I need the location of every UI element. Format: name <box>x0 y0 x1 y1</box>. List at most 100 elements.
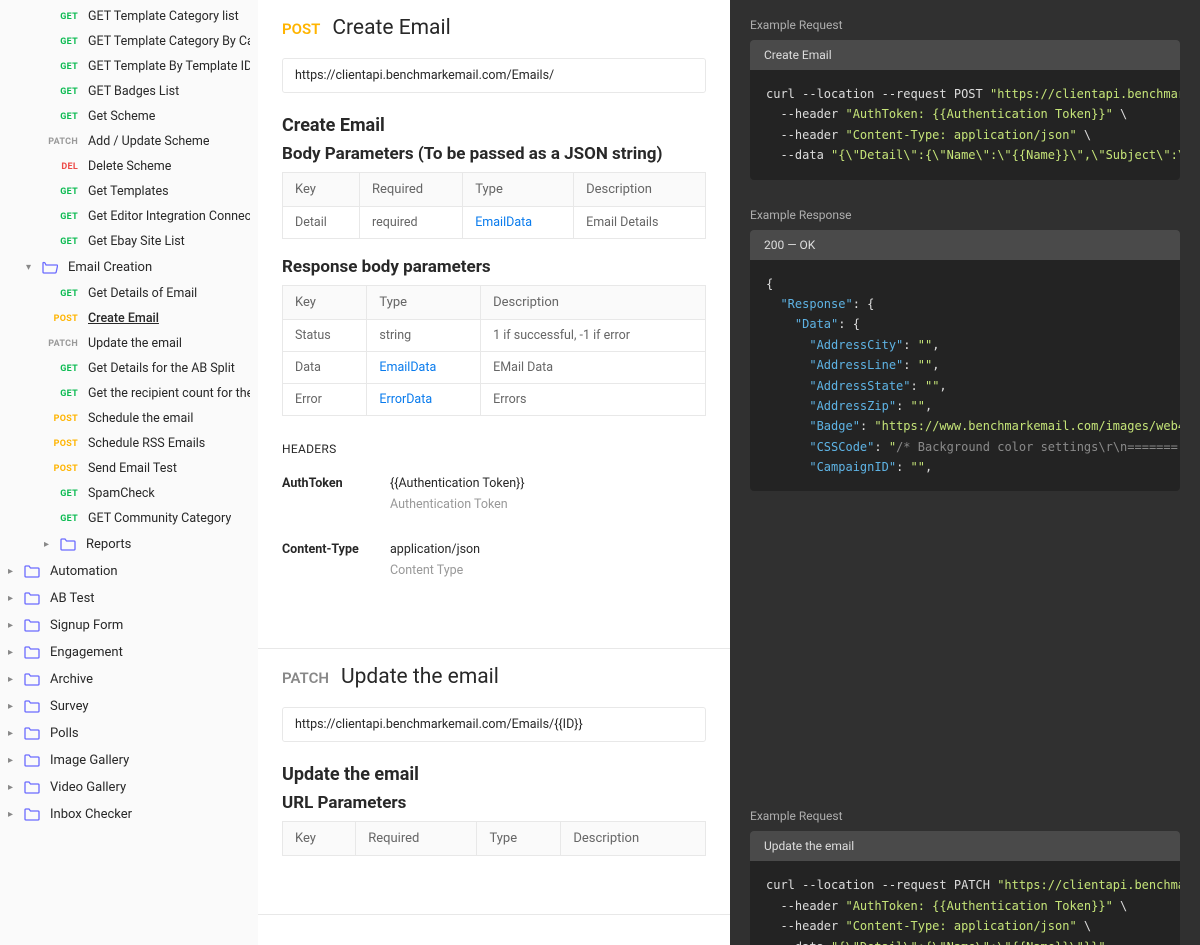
nav-item[interactable]: PATCHAdd / Update Scheme <box>0 129 258 154</box>
example-response-label: Example Response <box>750 208 1180 222</box>
nav-label: GET Template Category list <box>88 9 239 24</box>
folder-icon <box>24 808 40 821</box>
nav-label: Schedule the email <box>88 411 193 426</box>
nav-label: GET Template By Template ID <box>88 59 250 74</box>
folder-row[interactable]: ▸ Image Gallery <box>0 747 258 774</box>
folder-label: Survey <box>50 699 89 714</box>
nav-item[interactable]: GETGet Details of Email <box>0 281 258 306</box>
method-badge: GET <box>44 37 78 47</box>
nav-label: Add / Update Scheme <box>88 134 209 149</box>
folder-row[interactable]: ▸Inbox Checker <box>0 801 258 828</box>
nav-item[interactable]: GET GET Template Category By Category ID <box>0 29 258 54</box>
folder-row[interactable]: ▸Automation <box>0 558 258 585</box>
method-badge: GET <box>44 364 78 374</box>
folder-label: Signup Form <box>50 618 123 633</box>
folder-row[interactable]: ▸AB Test <box>0 585 258 612</box>
folder-label: Engagement <box>50 645 123 660</box>
chevron-right-icon: ▸ <box>8 701 18 712</box>
table-cell: Status <box>283 320 367 352</box>
nav-item[interactable]: GET Get the recipient count for the <box>0 381 258 406</box>
nav-label: Schedule RSS Emails <box>88 436 205 451</box>
method-badge: DEL <box>44 162 78 172</box>
nav-label: GET Badges List <box>88 84 179 99</box>
folder-email-creation[interactable]: ▾ Email Creation <box>0 254 258 281</box>
chevron-right-icon: ▸ <box>8 620 18 631</box>
nav-item[interactable]: POSTSend Email Test <box>0 456 258 481</box>
table-cell[interactable]: EmailData <box>367 352 481 384</box>
table-cell[interactable]: ErrorData <box>367 384 481 416</box>
folder-label: Polls <box>50 726 79 741</box>
example-response-bar[interactable]: 200 — OK <box>750 230 1180 260</box>
folder-icon <box>24 754 40 767</box>
folder-reports[interactable]: ▸ Reports <box>0 531 258 558</box>
nav-item[interactable]: GETGet Editor Integration Connection Lis… <box>0 204 258 229</box>
table-cell: EMail Data <box>481 352 706 384</box>
table-row: DetailrequiredEmailDataEmail Details <box>283 207 706 239</box>
nav-item[interactable]: GETGet Ebay Site List <box>0 229 258 254</box>
table-cell: Detail <box>283 207 360 239</box>
code-block-response[interactable]: { "Response": { "Data": { "AddressCity":… <box>750 260 1180 492</box>
code-block-request[interactable]: curl --location --request PATCH "https:/… <box>750 861 1180 945</box>
folder-label: Automation <box>50 564 118 579</box>
nav-item[interactable]: GETGET Community Category <box>0 506 258 531</box>
folder-label: Image Gallery <box>50 753 129 768</box>
header-name: Content-Type <box>282 542 390 557</box>
nav-item[interactable]: PATCHUpdate the email <box>0 331 258 356</box>
table-cell: required <box>360 207 463 239</box>
method-badge-patch: PATCH <box>282 669 329 687</box>
method-badge: GET <box>44 237 78 247</box>
url-box[interactable]: https://clientapi.benchmarkemail.com/Ema… <box>282 58 706 93</box>
folder-label: Email Creation <box>68 260 152 275</box>
table-cell[interactable]: EmailData <box>463 207 574 239</box>
example-request-bar[interactable]: Update the email <box>750 831 1180 861</box>
chevron-right-icon: ▸ <box>44 539 54 550</box>
folder-row[interactable]: ▸ Signup Form <box>0 612 258 639</box>
nav-item[interactable]: POSTCreate Email <box>0 306 258 331</box>
nav-item[interactable]: DELDelete Scheme <box>0 154 258 179</box>
nav-item[interactable]: GETGet Templates <box>0 179 258 204</box>
header-value: {{Authentication Token}} <box>390 476 525 491</box>
table-row: ErrorErrorDataErrors <box>283 384 706 416</box>
heading-url-parameters: URL Parameters <box>282 793 706 813</box>
folder-label: Archive <box>50 672 93 687</box>
chevron-right-icon: ▸ <box>8 755 18 766</box>
nav-item[interactable]: POSTSchedule RSS Emails <box>0 431 258 456</box>
table-cell: 1 if successful, -1 if error <box>481 320 706 352</box>
nav-item[interactable]: GETSpamCheck <box>0 481 258 506</box>
folder-label: Reports <box>86 537 131 552</box>
method-badge: GET <box>44 112 78 122</box>
nav-label: Get the recipient count for the <box>88 386 250 401</box>
nav-item[interactable]: GETGet Details for the AB Split <box>0 356 258 381</box>
url-box[interactable]: https://clientapi.benchmarkemail.com/Ema… <box>282 707 706 742</box>
folder-row[interactable]: ▸Video Gallery <box>0 774 258 801</box>
nav-item[interactable]: GETGET Template By Template ID <box>0 54 258 79</box>
folder-icon <box>24 673 40 686</box>
nav-label: Get Scheme <box>88 109 155 124</box>
table-header: Description <box>574 173 706 207</box>
code-block-request[interactable]: curl --location --request POST "https://… <box>750 70 1180 180</box>
nav-item[interactable]: GETGET Template Category list <box>0 4 258 29</box>
nav-label: GET Template Category By Category ID <box>88 34 250 49</box>
example-request-bar[interactable]: Create Email <box>750 40 1180 70</box>
method-badge: GET <box>44 389 78 399</box>
nav-label: SpamCheck <box>88 486 155 501</box>
example-panel: Example Request Create Email curl --loca… <box>730 0 1200 945</box>
folder-row[interactable]: ▸ Survey <box>0 693 258 720</box>
folder-label: Video Gallery <box>50 780 126 795</box>
nav-item[interactable]: GET Get Scheme <box>0 104 258 129</box>
folder-row[interactable]: ▸Archive <box>0 666 258 693</box>
nav-label: Create Email <box>88 311 159 326</box>
chevron-right-icon: ▸ <box>8 728 18 739</box>
method-badge: GET <box>44 187 78 197</box>
nav-label: Get Details of Email <box>88 286 197 301</box>
response-params-table: KeyTypeDescription Statusstring1 if succ… <box>282 285 706 416</box>
section-title: POST Create Email <box>282 16 706 40</box>
header-entry: AuthToken{{Authentication Token}}Authent… <box>282 476 706 512</box>
nav-item[interactable]: GETGET Badges List <box>0 79 258 104</box>
nav-label: Get Editor Integration Connection List <box>88 209 250 224</box>
folder-row[interactable]: ▸Engagement <box>0 639 258 666</box>
folder-row[interactable]: ▸ Polls <box>0 720 258 747</box>
nav-item[interactable]: POSTSchedule the email <box>0 406 258 431</box>
table-header: Key <box>283 286 367 320</box>
table-header: Description <box>561 822 706 856</box>
